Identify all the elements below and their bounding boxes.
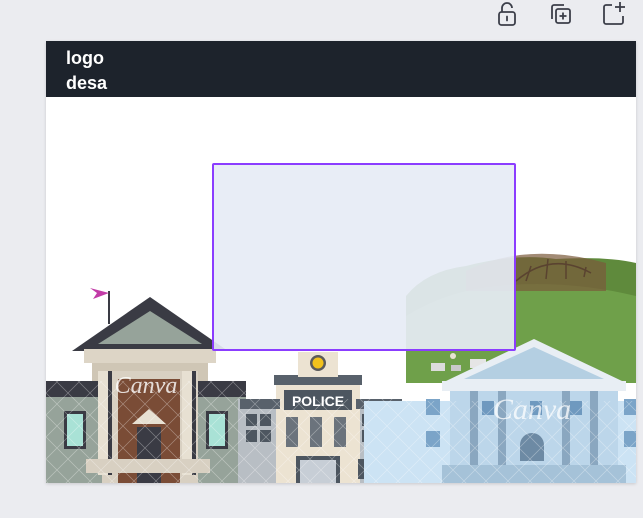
add-page-icon (603, 2, 625, 25)
design-page[interactable]: Canva Canva POLICE logo desa (46, 41, 636, 483)
police-sign: POLICE (292, 393, 344, 409)
watermark-text: Canva (115, 373, 178, 399)
selected-frame[interactable] (212, 163, 516, 351)
duplicate-icon (551, 4, 571, 24)
watermark-text: Canva (493, 393, 571, 426)
unlock-button[interactable] (494, 0, 520, 28)
logo-text[interactable]: logo desa (66, 46, 107, 96)
header-bar[interactable]: logo desa (46, 41, 636, 97)
unlock-icon (498, 2, 516, 26)
duplicate-page-button[interactable] (547, 0, 573, 28)
add-page-button[interactable] (601, 0, 627, 28)
